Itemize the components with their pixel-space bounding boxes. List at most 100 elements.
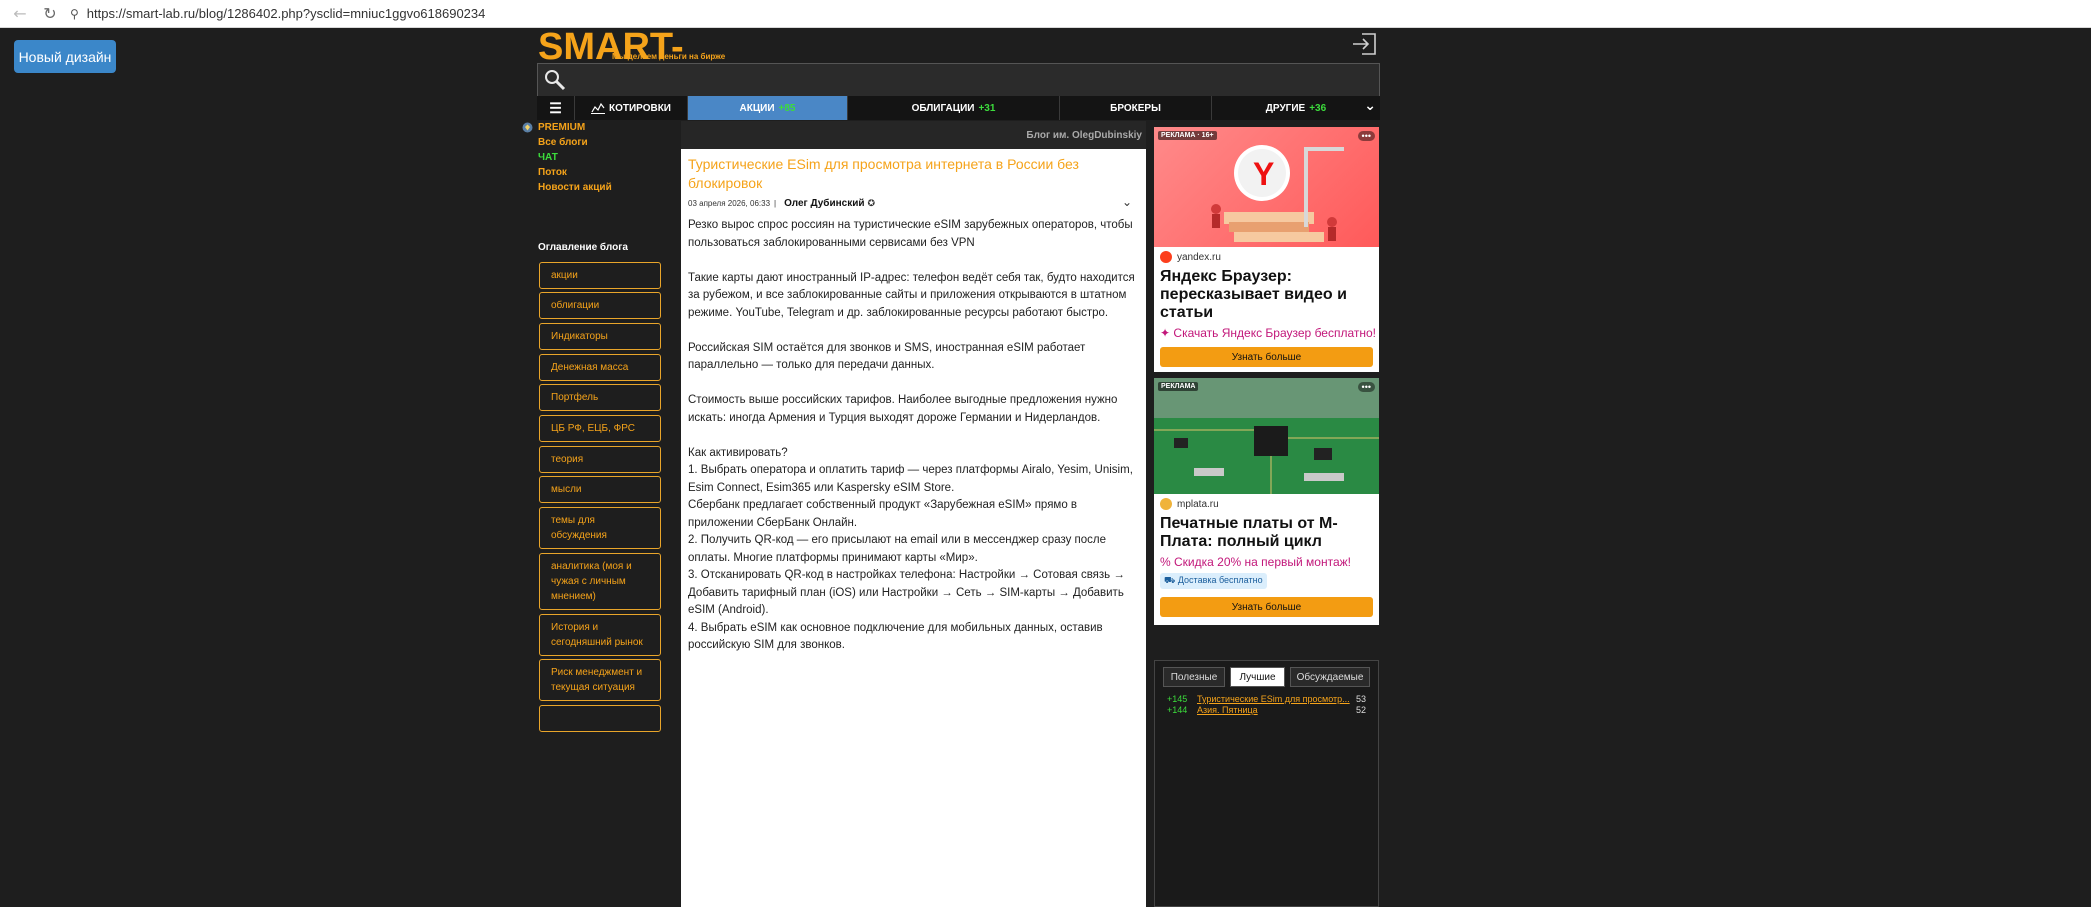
toc-item[interactable]: Денежная масса	[539, 354, 661, 381]
nav-stocks-count: +85	[778, 102, 796, 114]
toc-item[interactable]: темы для обсуждения	[539, 507, 661, 549]
article-author[interactable]: Олег Дубинский	[784, 198, 864, 209]
ad-cta-text[interactable]: ✦ Скачать Яндекс Браузер бесплатно!	[1160, 326, 1376, 340]
sparkle-icon: ✦	[1160, 326, 1171, 340]
tab-useful[interactable]: Полезные	[1163, 667, 1225, 687]
reload-icon[interactable]: ↻	[40, 4, 60, 24]
nav-stocks-label: АКЦИИ	[739, 102, 775, 114]
delivery-badge-label: Доставка бесплатно	[1177, 575, 1263, 585]
ad-cta-label: Скачать Яндекс Браузер бесплатно!	[1173, 326, 1377, 340]
post-title[interactable]: Азия. Пятница	[1197, 705, 1352, 715]
chart-icon	[590, 102, 605, 114]
ad-domain[interactable]: yandex.ru	[1160, 251, 1221, 263]
nav-brokers-label: БРОКЕРЫ	[1110, 102, 1161, 114]
article-body: Резко вырос спрос россиян на туристическ…	[688, 217, 1142, 655]
chevron-down-icon[interactable]: ⌄	[1364, 98, 1376, 114]
toc-item[interactable]: аналитика (моя и чужая с личным мнением)	[539, 553, 661, 610]
more-icon[interactable]: •••	[1357, 382, 1375, 392]
main-nav: ☰ КОТИРОВКИ АКЦИИ +85 ОБЛИГАЦИИ +31 БРОК…	[537, 96, 1380, 120]
toc-item[interactable]	[539, 705, 661, 732]
meta-separator: |	[774, 199, 777, 208]
search-icon	[545, 70, 566, 91]
site-info-icon[interactable]: ⚲	[70, 7, 79, 21]
toc-title: Оглавление блога	[538, 242, 628, 253]
article-paragraph: Такие карты дают иностранный IP-адрес: т…	[688, 271, 1135, 319]
article-date: 03 апреля 2026, 06:33	[688, 199, 771, 208]
nav-bonds-label: ОБЛИГАЦИИ	[911, 102, 975, 114]
ad-yandex[interactable]: Y РЕКЛАМА · 16+ ••• yandex.ru Яндекс Бра…	[1154, 127, 1379, 372]
ad-cta-label: Скидка 20% на первый монтаж!	[1174, 555, 1351, 569]
top-post-row[interactable]: +145 Туристические ESim для просмотр... …	[1167, 694, 1372, 704]
article-paragraph: 2. Получить QR-код — его присылают на em…	[688, 534, 1107, 564]
article-paragraph: 1. Выбрать оператора и оплатить тариф — …	[688, 464, 1133, 494]
ad-domain-text: yandex.ru	[1177, 251, 1221, 263]
blog-owner-label[interactable]: Блог им. OlegDubinskiy	[1026, 130, 1142, 141]
ad-title[interactable]: Печатные платы от М-Плата: полный цикл	[1160, 515, 1370, 551]
ad-domain[interactable]: mplata.ru	[1160, 498, 1219, 510]
menu-icon[interactable]: ☰	[537, 96, 575, 120]
author-badge-icon: ✪	[867, 198, 876, 209]
top-post-row[interactable]: +144 Азия. Пятница 52	[1167, 705, 1372, 715]
learn-more-button[interactable]: Узнать больше	[1160, 347, 1373, 367]
site-tagline: Мы делаем деньги на бирже	[612, 52, 726, 61]
ad-cta-text[interactable]: % Скидка 20% на первый монтаж!	[1160, 555, 1351, 569]
browser-toolbar: ← ↻ ⚲ https://smart-lab.ru/blog/1286402.…	[0, 0, 2091, 28]
ad-label: РЕКЛАМА · 16+	[1158, 131, 1217, 140]
circuit-board-illustration	[1154, 378, 1379, 494]
toc-item[interactable]: Индикаторы	[539, 323, 661, 350]
truck-icon: ⛟	[1164, 576, 1176, 586]
post-count: 52	[1356, 705, 1367, 715]
sidebar-link-stream[interactable]: Поток	[538, 167, 567, 178]
nav-quotes[interactable]: КОТИРОВКИ	[575, 96, 688, 120]
article-title[interactable]: Туристические ESim для просмотра интерне…	[688, 155, 1138, 193]
nav-other[interactable]: ДРУГИЕ +36 ⌄	[1212, 96, 1380, 120]
chevron-down-icon[interactable]: ⌄	[1122, 195, 1132, 209]
nav-brokers[interactable]: БРОКЕРЫ	[1060, 96, 1212, 120]
ad-image[interactable]: Y РЕКЛАМА · 16+ •••	[1154, 127, 1379, 247]
toc-item[interactable]: мысли	[539, 476, 661, 503]
article-paragraph: 3. Отсканировать QR-код в настройках тел…	[688, 569, 1125, 616]
more-icon[interactable]: •••	[1357, 131, 1375, 141]
ad-label: РЕКЛАМА	[1158, 382, 1199, 391]
article-meta: 03 апреля 2026, 06:33 | Олег Дубинский ✪…	[688, 195, 1138, 209]
article-paragraph: 4. Выбрать eSIM как основное подключение…	[688, 621, 1103, 652]
page: Новый дизайн SMART-LAB Мы делаем деньги …	[4, 28, 2091, 907]
toc-item[interactable]: акции	[539, 262, 661, 289]
nav-quotes-label: КОТИРОВКИ	[608, 102, 671, 114]
article: Туристические ESim для просмотра интерне…	[681, 149, 1146, 907]
toc-item[interactable]: ЦБ РФ, ЕЦБ, ФРС	[539, 415, 661, 442]
new-design-button[interactable]: Новый дизайн	[14, 40, 116, 73]
address-bar[interactable]: ⚲ https://smart-lab.ru/blog/1286402.php?…	[70, 3, 485, 25]
nav-stocks[interactable]: АКЦИИ +85	[688, 96, 848, 120]
toc-item[interactable]: теория	[539, 446, 661, 473]
sidebar-link-premium[interactable]: PREMIUM	[538, 122, 585, 133]
login-icon[interactable]	[1350, 32, 1378, 56]
url-text: https://smart-lab.ru/blog/1286402.php?ys…	[86, 6, 486, 21]
ad-title[interactable]: Яндекс Браузер: пересказывает видео и ст…	[1160, 268, 1370, 322]
post-title[interactable]: Туристические ESim для просмотр...	[1197, 694, 1352, 704]
article-paragraph: Российская SIM остаётся для звонков и SM…	[688, 341, 1086, 372]
back-icon[interactable]: ←	[10, 4, 30, 24]
post-count: 53	[1356, 694, 1367, 704]
sidebar-link-stock-news[interactable]: Новости акций	[538, 182, 612, 193]
post-score: +145	[1167, 694, 1188, 704]
toc-item[interactable]: История и сегодняшний рынок	[539, 614, 661, 656]
yandex-icon	[1160, 251, 1172, 263]
nav-bonds[interactable]: ОБЛИГАЦИИ +31	[848, 96, 1060, 120]
toc-item[interactable]: Риск менеджмент и текущая ситуация	[539, 659, 661, 701]
toc-item[interactable]: Портфель	[539, 384, 661, 411]
toc-item[interactable]: облигации	[539, 292, 661, 319]
article-paragraph: Резко вырос спрос россиян на туристическ…	[688, 219, 1133, 249]
article-paragraph: Стоимость выше российских тарифов. Наибо…	[688, 394, 1118, 424]
sidebar-link-chat[interactable]: ЧАТ	[538, 152, 558, 163]
ad-domain-text: mplata.ru	[1177, 498, 1219, 510]
article-paragraph: Как активировать?	[688, 446, 788, 459]
tab-discussed[interactable]: Обсуждаемые	[1290, 667, 1370, 687]
tab-best[interactable]: Лучшие	[1230, 667, 1285, 687]
learn-more-button[interactable]: Узнать больше	[1160, 597, 1373, 617]
ad-mplata[interactable]: РЕКЛАМА ••• mplata.ru Печатные платы от …	[1154, 378, 1379, 625]
mplata-icon	[1160, 498, 1172, 510]
sidebar-link-all-blogs[interactable]: Все блоги	[538, 137, 588, 148]
search-input[interactable]	[537, 63, 1380, 99]
ad-image[interactable]: РЕКЛАМА •••	[1154, 378, 1379, 494]
